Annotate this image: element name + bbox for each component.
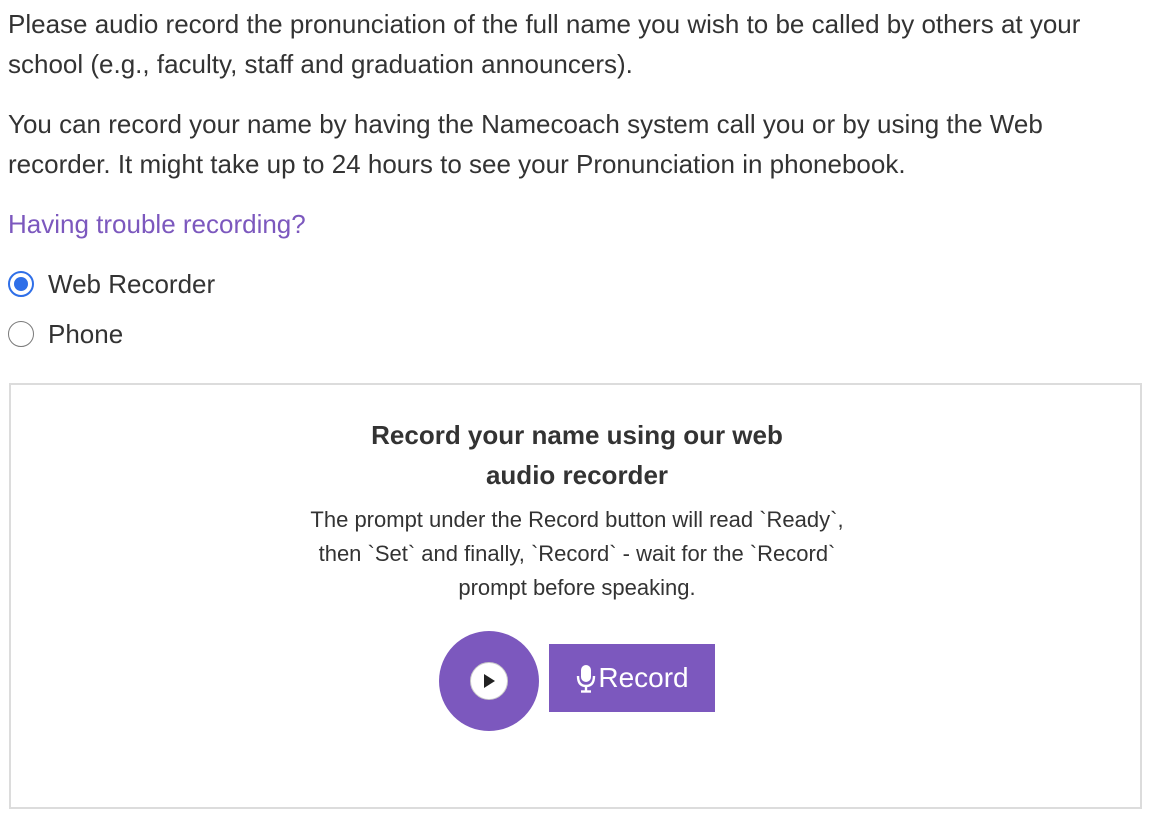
radio-option-phone[interactable]: Phone <box>8 316 123 352</box>
record-button[interactable]: Record <box>549 644 715 712</box>
radio-label-phone: Phone <box>48 318 124 349</box>
radio-label-web-recorder: Web Recorder <box>48 268 216 299</box>
microphone-icon <box>575 663 597 693</box>
web-recorder-panel: Record your name using our web audio rec… <box>9 383 1142 809</box>
intro-paragraph-2: You can record your name by having the N… <box>8 109 1043 179</box>
page: Please audio record the pronunciation of… <box>0 0 1160 834</box>
recorder-instructions: The prompt under the Record button will … <box>310 507 844 600</box>
radio-button-phone[interactable] <box>8 321 34 347</box>
recorder-title: Record your name using our web audio rec… <box>371 420 783 490</box>
play-button[interactable] <box>439 631 539 731</box>
radio-option-web-recorder[interactable]: Web Recorder <box>8 266 215 302</box>
play-icon <box>470 662 508 700</box>
radio-button-web-recorder[interactable] <box>8 271 34 297</box>
radio-selected-dot <box>14 277 28 291</box>
intro-paragraph-1: Please audio record the pronunciation of… <box>8 9 1081 79</box>
help-link[interactable]: Having trouble recording? <box>8 204 306 244</box>
record-button-label: Record <box>598 662 689 693</box>
